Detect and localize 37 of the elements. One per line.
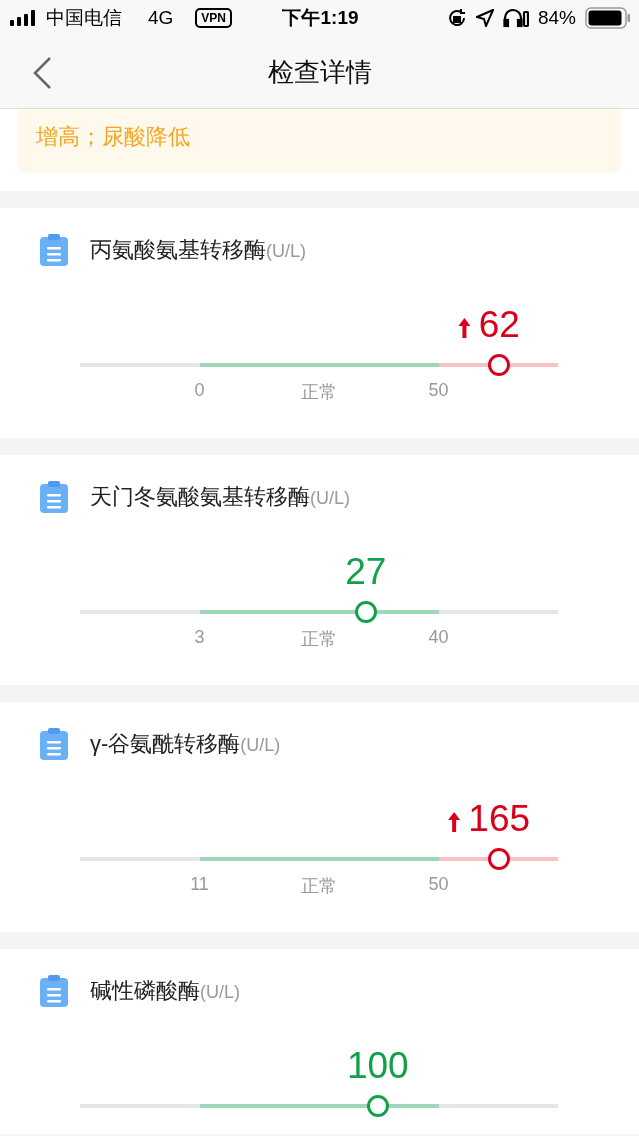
range-label: 正常	[301, 628, 337, 651]
rotation-lock-icon	[446, 8, 467, 28]
unit-label: (U/L)	[240, 735, 281, 755]
range-low: 3	[194, 627, 205, 648]
unit-label: (U/L)	[310, 488, 350, 508]
test-name: 碱性磷酸酶	[90, 978, 200, 1003]
range-high: 50	[428, 874, 449, 895]
signal-icon	[10, 10, 38, 26]
network-type: 4G	[148, 7, 174, 29]
clipboard-icon	[40, 975, 68, 1007]
clipboard-icon	[40, 234, 68, 266]
range-high: 40	[428, 627, 449, 648]
test-name: 丙氨酸氨基转移酶	[90, 237, 266, 262]
carrier-name: 中国电信	[46, 6, 122, 30]
unit-label: (U/L)	[200, 982, 240, 1002]
vpn-indicator: VPN	[195, 8, 233, 28]
range-high: 50	[428, 380, 449, 401]
range-label: 正常	[301, 875, 337, 898]
result-value: 27	[345, 551, 387, 593]
test-name: γ-谷氨酰转移酶	[90, 731, 241, 756]
location-arrow-icon	[475, 9, 494, 27]
clipboard-icon	[40, 728, 68, 760]
clipboard-icon	[40, 481, 68, 513]
range-label: 正常	[301, 381, 337, 404]
battery-percentage: 84%	[537, 7, 576, 29]
result-value: 100	[346, 1045, 409, 1087]
result-value: 62	[478, 304, 520, 346]
battery-icon	[585, 7, 631, 29]
clock-time: 下午1:19	[282, 6, 359, 30]
headphones-icon	[502, 8, 529, 28]
arrow-up-icon	[458, 318, 471, 338]
unit-label: (U/L)	[266, 241, 306, 261]
test-name: 天门冬氨酸氨基转移酶	[90, 484, 310, 509]
range-low: 11	[190, 874, 209, 895]
result-value: 165	[468, 798, 531, 840]
arrow-up-icon	[448, 812, 461, 832]
range-low: 0	[194, 380, 205, 401]
